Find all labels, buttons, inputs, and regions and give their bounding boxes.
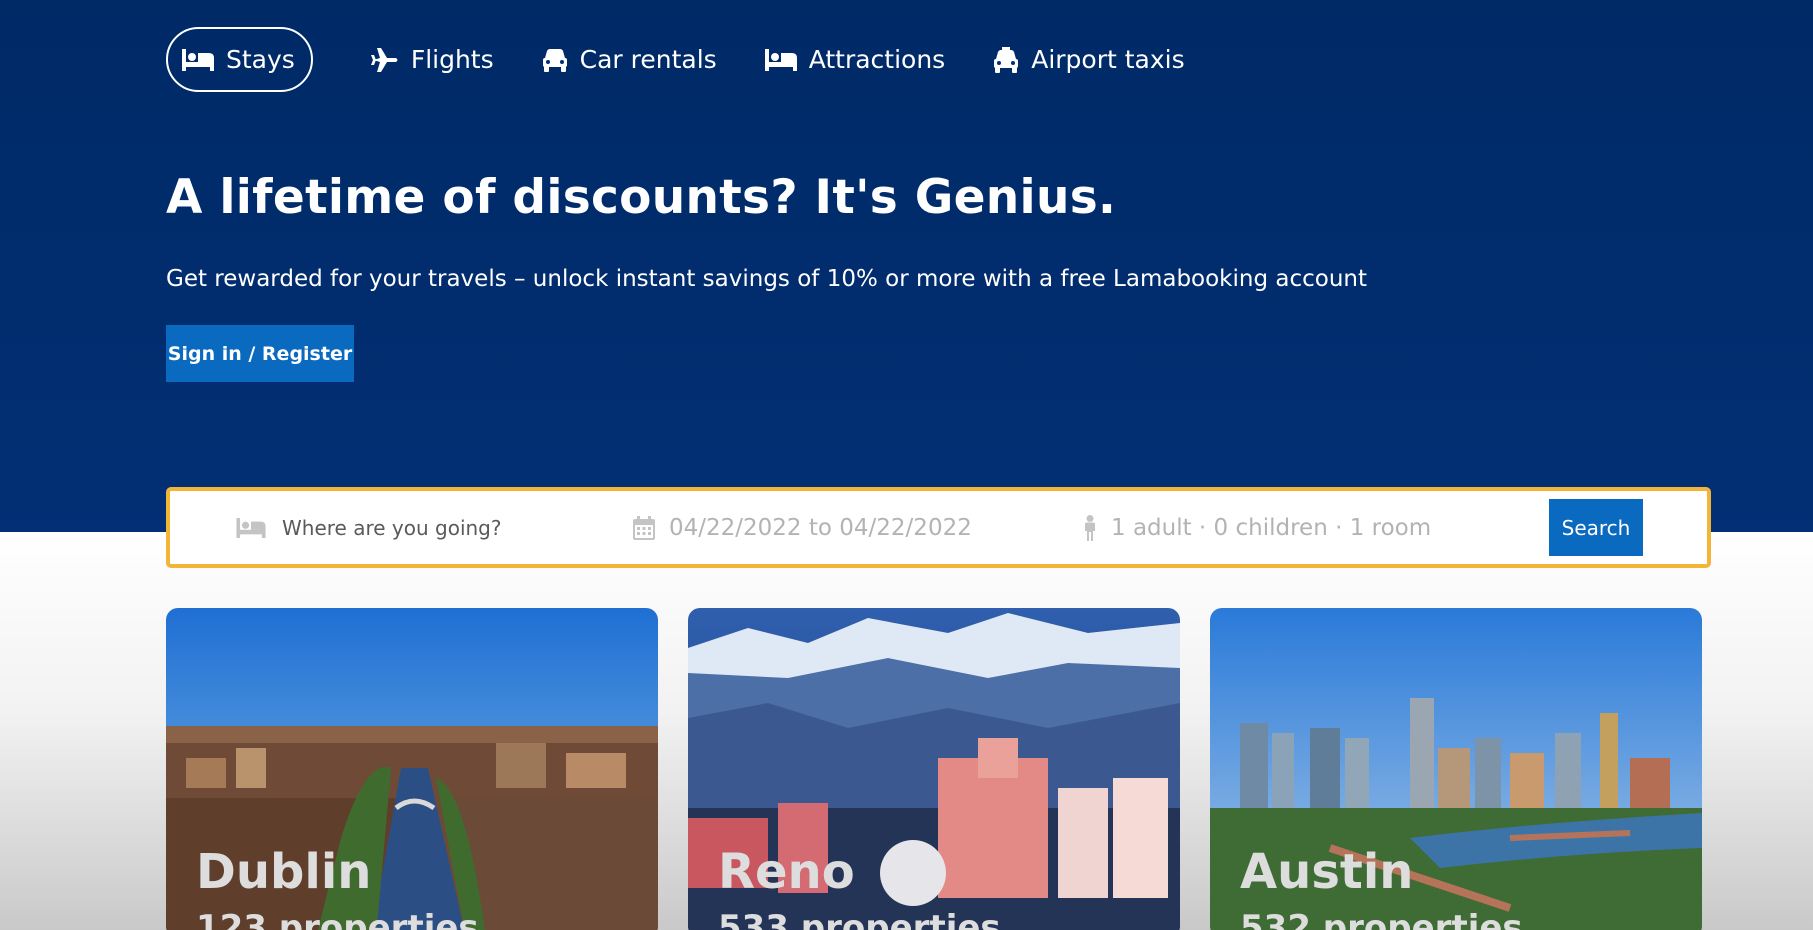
date-field[interactable]: 04/22/2022 to 04/22/2022 [633,491,972,564]
hero-subtitle: Get rewarded for your travels – unlock i… [166,266,1368,292]
taxi-icon [994,46,1019,73]
city-card-dublin[interactable]: Dublin 123 properties [166,608,658,930]
nav-item-label: Car rentals [579,45,717,74]
nav-item-label: Flights [410,45,494,74]
signin-register-button[interactable]: Sign in / Register [166,325,354,382]
hero-title: A lifetime of discounts? It's Genius. [166,170,1117,225]
city-name: Reno [718,844,855,900]
city-name: Dublin [196,844,372,900]
city-properties: 532 properties [1240,908,1523,930]
nav-item-label: Attractions [808,45,946,74]
city-properties: 123 properties [196,908,479,930]
plane-icon [370,47,398,72]
nav-item-stays[interactable]: Stays [166,27,313,92]
bed-icon [236,517,266,538]
page: Stays Flights Car rentals Attractions Ai… [0,0,1813,930]
nav-item-label: Stays [226,45,295,74]
nav-item-flights[interactable]: Flights [370,27,494,92]
city-name: Austin [1240,844,1414,900]
person-icon [1085,514,1095,541]
search-bar: 04/22/2022 to 04/22/2022 1 adult · 0 chi… [166,487,1711,568]
calendar-icon [633,515,655,540]
city-properties: 533 properties [718,908,1001,930]
nav-item-car-rentals[interactable]: Car rentals [542,27,717,92]
car-icon [542,48,567,72]
bed-icon [764,48,797,71]
destination-field[interactable] [236,491,584,564]
nav-item-label: Airport taxis [1031,45,1185,74]
top-nav: Stays Flights Car rentals Attractions Ai… [166,27,1233,92]
city-card-reno[interactable]: Reno 533 properties [688,608,1180,930]
date-range-value: 04/22/2022 to 04/22/2022 [669,514,972,541]
search-button[interactable]: Search [1549,499,1643,556]
nav-item-airport-taxis[interactable]: Airport taxis [993,27,1185,92]
nav-item-attractions[interactable]: Attractions [764,27,946,92]
destination-input[interactable] [280,514,584,541]
guests-value: 1 adult · 0 children · 1 room [1111,514,1432,541]
city-card-austin[interactable]: Austin 532 properties [1210,608,1702,930]
bed-icon [182,48,214,71]
guests-field[interactable]: 1 adult · 0 children · 1 room [1083,491,1431,564]
